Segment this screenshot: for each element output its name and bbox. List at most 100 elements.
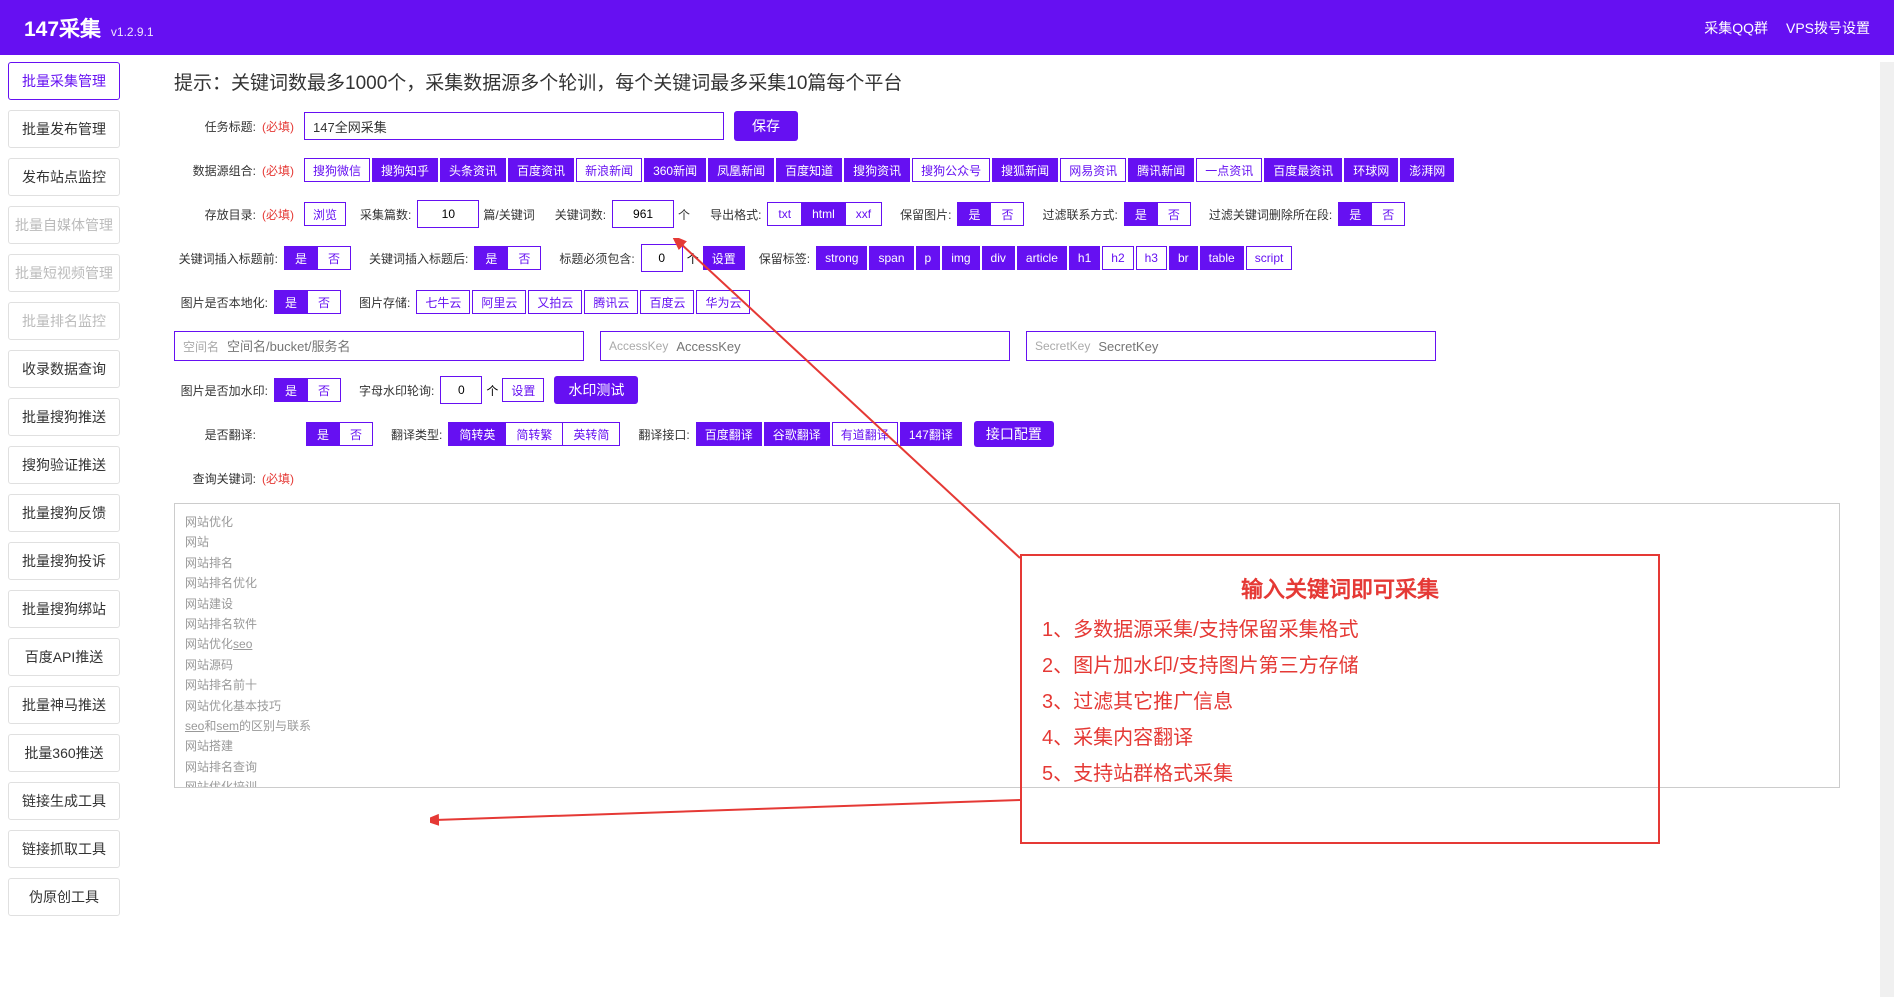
tag-option[interactable]: 147翻译 bbox=[900, 422, 962, 446]
sidebar-item[interactable]: 批量自媒体管理 bbox=[8, 206, 120, 244]
segment-option[interactable]: 是 bbox=[1124, 202, 1158, 226]
header-link-vps[interactable]: VPS拨号设置 bbox=[1786, 18, 1870, 38]
sidebar-item[interactable]: 批量发布管理 bbox=[8, 110, 120, 148]
segment-option[interactable]: 是 bbox=[306, 422, 340, 446]
watermark-test-button[interactable]: 水印测试 bbox=[554, 376, 638, 404]
tag-option[interactable]: 百度最资讯 bbox=[1264, 158, 1342, 182]
secretkey-input[interactable] bbox=[1098, 332, 1435, 360]
tag-option[interactable]: 百度云 bbox=[640, 290, 694, 314]
tag-option[interactable]: script bbox=[1246, 246, 1293, 270]
label-task-title: 任务标题: bbox=[174, 118, 262, 135]
segment-option[interactable]: 否 bbox=[308, 378, 341, 402]
segment-option[interactable]: 否 bbox=[1158, 202, 1191, 226]
segment-option[interactable]: 简转繁 bbox=[506, 422, 563, 446]
segment-option[interactable]: 否 bbox=[1372, 202, 1405, 226]
tag-option[interactable]: 阿里云 bbox=[472, 290, 526, 314]
tag-option[interactable]: 搜狗公众号 bbox=[912, 158, 990, 182]
segment-option[interactable]: 英转简 bbox=[563, 422, 620, 446]
sidebar-item[interactable]: 批量排名监控 bbox=[8, 302, 120, 340]
rotate-input[interactable] bbox=[440, 376, 482, 404]
kw-count-input[interactable] bbox=[612, 200, 674, 228]
tag-option[interactable]: div bbox=[982, 246, 1015, 270]
tag-option[interactable]: 百度知道 bbox=[776, 158, 842, 182]
rotate-set-button[interactable]: 设置 bbox=[502, 378, 544, 402]
segment-option[interactable]: 是 bbox=[957, 202, 991, 226]
tag-option[interactable]: h2 bbox=[1102, 246, 1133, 270]
sidebar-item[interactable]: 收录数据查询 bbox=[8, 350, 120, 388]
sidebar-item[interactable]: 发布站点监控 bbox=[8, 158, 120, 196]
tag-option[interactable]: 新浪新闻 bbox=[576, 158, 642, 182]
tag-option[interactable]: 搜狗微信 bbox=[304, 158, 370, 182]
tag-option[interactable]: br bbox=[1169, 246, 1198, 270]
api-config-button[interactable]: 接口配置 bbox=[974, 421, 1054, 447]
tag-option[interactable]: 搜狗资讯 bbox=[844, 158, 910, 182]
tag-option[interactable]: strong bbox=[816, 246, 867, 270]
tag-option[interactable]: 七牛云 bbox=[416, 290, 470, 314]
sidebar-item[interactable]: 搜狗验证推送 bbox=[8, 446, 120, 484]
sidebar-item[interactable]: 批量搜狗投诉 bbox=[8, 542, 120, 580]
segment-option[interactable]: 否 bbox=[991, 202, 1024, 226]
tag-option[interactable]: 360新闻 bbox=[644, 158, 706, 182]
tag-option[interactable]: 又拍云 bbox=[528, 290, 582, 314]
segment-option[interactable]: 否 bbox=[318, 246, 351, 270]
segment-option[interactable]: 否 bbox=[508, 246, 541, 270]
tag-option[interactable]: 搜狗知乎 bbox=[372, 158, 438, 182]
header-link-qq[interactable]: 采集QQ群 bbox=[1704, 18, 1768, 38]
tag-option[interactable]: 头条资讯 bbox=[440, 158, 506, 182]
segment-option[interactable]: 是 bbox=[274, 378, 308, 402]
sidebar-item[interactable]: 链接生成工具 bbox=[8, 782, 120, 820]
sidebar-item[interactable]: 批量神马推送 bbox=[8, 686, 120, 724]
sidebar-item[interactable]: 批量采集管理 bbox=[8, 62, 120, 100]
tag-option[interactable]: 凤凰新闻 bbox=[708, 158, 774, 182]
browse-button[interactable]: 浏览 bbox=[304, 202, 346, 226]
tag-option[interactable]: span bbox=[869, 246, 913, 270]
segment-option[interactable]: html bbox=[802, 202, 846, 226]
segment-option[interactable]: 是 bbox=[284, 246, 318, 270]
segment-option[interactable]: 否 bbox=[308, 290, 341, 314]
scrollbar[interactable] bbox=[1880, 62, 1894, 997]
segment-option[interactable]: 简转英 bbox=[448, 422, 506, 446]
sidebar-item[interactable]: 批量搜狗绑站 bbox=[8, 590, 120, 628]
tag-option[interactable]: article bbox=[1017, 246, 1067, 270]
annotation-line: 4、采集内容翻译 bbox=[1042, 720, 1638, 756]
mustcontain-set-button[interactable]: 设置 bbox=[703, 246, 745, 270]
sidebar-item[interactable]: 链接抓取工具 bbox=[8, 830, 120, 868]
sidebar-item[interactable]: 百度API推送 bbox=[8, 638, 120, 676]
sidebar-item[interactable]: 批量搜狗推送 bbox=[8, 398, 120, 436]
tag-option[interactable]: p bbox=[916, 246, 941, 270]
segment-option[interactable]: 是 bbox=[274, 290, 308, 314]
tag-option[interactable]: table bbox=[1200, 246, 1244, 270]
tag-option[interactable]: 搜狐新闻 bbox=[992, 158, 1058, 182]
tag-option[interactable]: 有道翻译 bbox=[832, 422, 898, 446]
imgstore-tags: 七牛云阿里云又拍云腾讯云百度云华为云 bbox=[416, 290, 750, 314]
tag-option[interactable]: 腾讯新闻 bbox=[1128, 158, 1194, 182]
segment-option[interactable]: txt bbox=[767, 202, 802, 226]
save-button[interactable]: 保存 bbox=[734, 111, 798, 141]
tag-option[interactable]: h3 bbox=[1136, 246, 1167, 270]
tag-option[interactable]: h1 bbox=[1069, 246, 1100, 270]
header-links: 采集QQ群 VPS拨号设置 bbox=[1704, 18, 1870, 38]
tag-option[interactable]: 网易资讯 bbox=[1060, 158, 1126, 182]
article-count-input[interactable] bbox=[417, 200, 479, 228]
sidebar-item[interactable]: 批量360推送 bbox=[8, 734, 120, 772]
tag-option[interactable]: 华为云 bbox=[696, 290, 750, 314]
tag-option[interactable]: 澎湃网 bbox=[1400, 158, 1454, 182]
tag-option[interactable]: 一点资讯 bbox=[1196, 158, 1262, 182]
tag-option[interactable]: 环球网 bbox=[1344, 158, 1398, 182]
segment-option[interactable]: xxf bbox=[846, 202, 882, 226]
tag-option[interactable]: img bbox=[942, 246, 979, 270]
tag-option[interactable]: 谷歌翻译 bbox=[764, 422, 830, 446]
sidebar-item[interactable]: 批量短视频管理 bbox=[8, 254, 120, 292]
tag-option[interactable]: 百度资讯 bbox=[508, 158, 574, 182]
task-title-input[interactable] bbox=[304, 112, 724, 140]
segment-option[interactable]: 是 bbox=[1338, 202, 1372, 226]
mustcontain-input[interactable] bbox=[641, 244, 683, 272]
sidebar-item[interactable]: 批量搜狗反馈 bbox=[8, 494, 120, 532]
space-input[interactable] bbox=[227, 332, 583, 360]
tag-option[interactable]: 腾讯云 bbox=[584, 290, 638, 314]
sidebar-item[interactable]: 伪原创工具 bbox=[8, 878, 120, 916]
tag-option[interactable]: 百度翻译 bbox=[696, 422, 762, 446]
accesskey-input[interactable] bbox=[676, 332, 1009, 360]
segment-option[interactable]: 是 bbox=[474, 246, 508, 270]
segment-option[interactable]: 否 bbox=[340, 422, 373, 446]
